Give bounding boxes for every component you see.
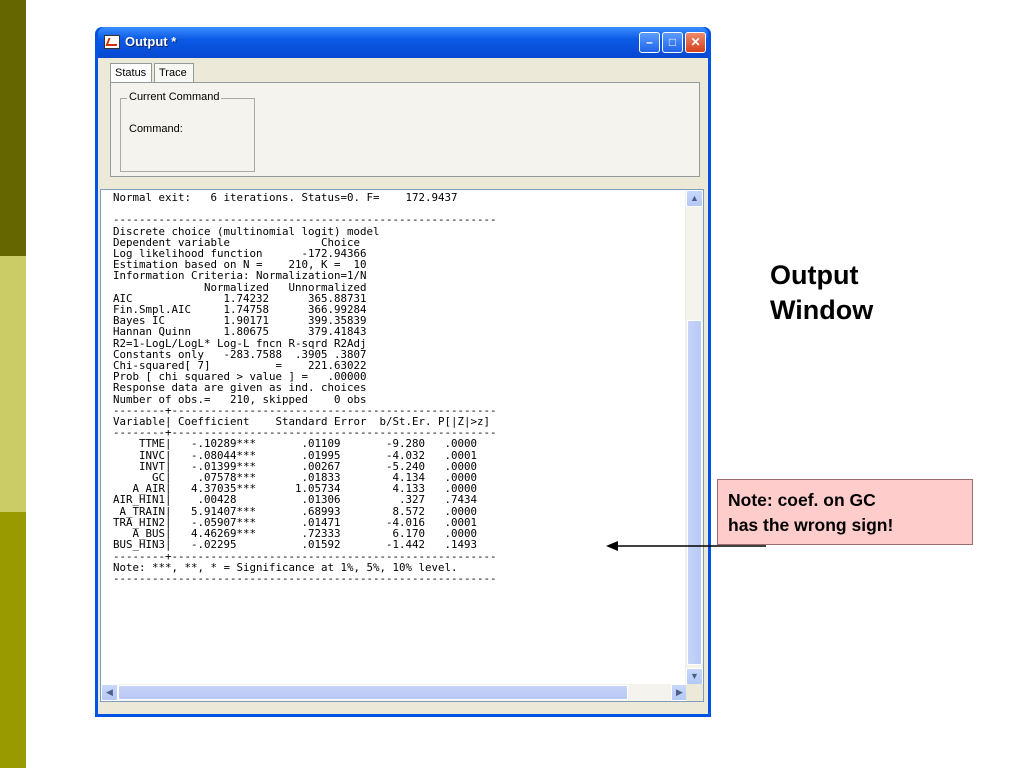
output-text-area[interactable]: Normal exit: 6 iterations. Status=0. F= … bbox=[100, 189, 704, 702]
command-label: Command: bbox=[129, 123, 183, 135]
output-line: Normal exit: 6 iterations. Status=0. F= … bbox=[113, 191, 458, 204]
status-pane: Current Command Command: bbox=[110, 82, 700, 177]
minimize-button[interactable]: – bbox=[639, 32, 660, 53]
note-line-1: Note: coef. on GC bbox=[728, 490, 876, 510]
scroll-up-icon[interactable]: ▲ bbox=[686, 190, 703, 207]
decor-strip-middle bbox=[0, 256, 26, 512]
close-button[interactable]: ✕ bbox=[685, 32, 706, 53]
vertical-scroll-thumb[interactable] bbox=[687, 320, 702, 665]
heading-line-1: Output bbox=[770, 260, 859, 290]
scroll-left-icon[interactable]: ◀ bbox=[101, 684, 118, 701]
note-callout: Note: coef. on GC has the wrong sign! bbox=[717, 479, 973, 545]
output-window: Output * – □ ✕ Status Trace Current Comm… bbox=[95, 27, 711, 717]
output-line: ----------------------------------------… bbox=[113, 571, 497, 585]
heading-line-2: Window bbox=[770, 295, 874, 325]
callout-arrow-icon bbox=[606, 541, 766, 551]
note-line-2: has the wrong sign! bbox=[728, 515, 894, 535]
horizontal-scrollbar[interactable]: ◀ ▶ bbox=[101, 684, 703, 701]
window-title: Output * bbox=[125, 34, 177, 49]
output-text: Normal exit: 6 iterations. Status=0. F= … bbox=[113, 192, 497, 584]
current-command-legend: Current Command bbox=[127, 91, 222, 103]
window-client: Status Trace Current Command Command: No… bbox=[98, 58, 708, 714]
scroll-down-icon[interactable]: ▼ bbox=[686, 668, 703, 685]
slide-heading: Output Window bbox=[770, 258, 873, 328]
title-bar[interactable]: Output * – □ ✕ bbox=[98, 27, 708, 58]
app-icon bbox=[104, 35, 120, 49]
tab-trace[interactable]: Trace bbox=[154, 63, 194, 82]
decor-strip-bottom bbox=[0, 512, 26, 768]
scrollbar-corner bbox=[686, 684, 703, 701]
tab-status[interactable]: Status bbox=[110, 63, 152, 83]
current-command-group: Current Command Command: bbox=[120, 91, 255, 172]
vertical-scrollbar[interactable]: ▲ ▼ bbox=[685, 190, 703, 685]
maximize-button[interactable]: □ bbox=[662, 32, 683, 53]
decor-strip-top bbox=[0, 0, 26, 256]
horizontal-scroll-thumb[interactable] bbox=[118, 685, 628, 700]
